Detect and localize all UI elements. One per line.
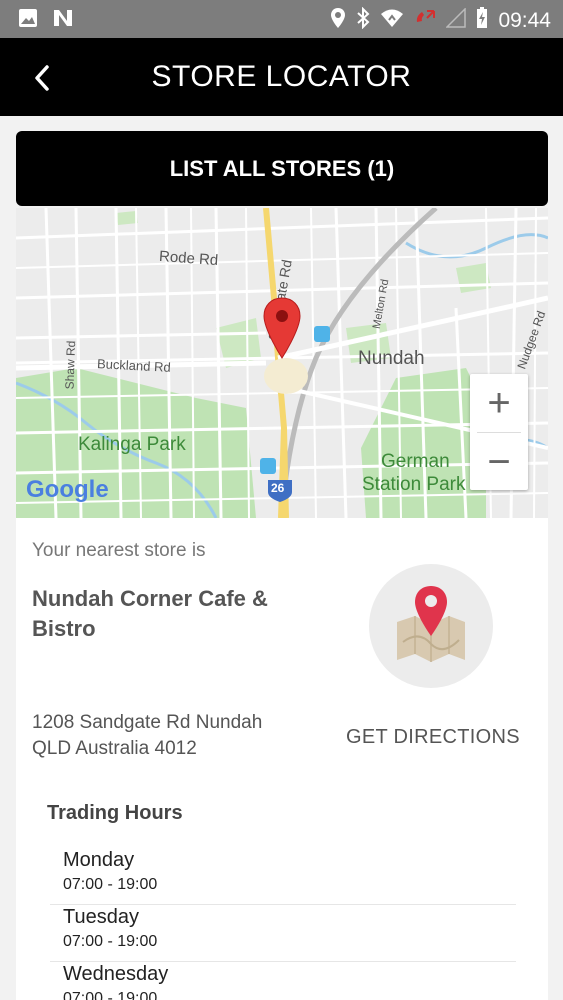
trading-hours-list: Monday 07:00 - 19:00 Tuesday 07:00 - 19:… (50, 848, 516, 1000)
image-icon (18, 8, 38, 33)
hours-day: Tuesday (63, 906, 139, 928)
map-label-nundah: Nundah (358, 348, 425, 369)
nearest-store-label: Your nearest store is (32, 540, 206, 561)
address-line-1: 1208 Sandgate Rd Nundah (32, 712, 263, 733)
hours-time: 07:00 - 19:00 (63, 933, 158, 950)
zoom-controls: + − (470, 374, 528, 490)
list-item: Tuesday 07:00 - 19:00 (50, 905, 516, 962)
location-icon (330, 7, 346, 34)
page-title: STORE LOCATOR (151, 60, 412, 93)
route-26-shield: 26 (271, 481, 285, 495)
folded-map-pin-icon (397, 586, 465, 662)
trading-hours-title: Trading Hours (47, 802, 183, 824)
list-all-stores-button[interactable]: LIST ALL STORES (1) (16, 131, 548, 206)
get-directions-button[interactable]: GET DIRECTIONS (346, 726, 520, 749)
map-label-kalinga-park: Kalinga Park (78, 434, 186, 455)
hours-time: 07:00 - 19:00 (63, 990, 158, 1000)
directions-map-button[interactable] (369, 564, 493, 688)
store-map[interactable]: Rode Rd Sandgate Rd Buckland Rd Shaw Rd … (16, 208, 548, 518)
app-bar: STORE LOCATOR (0, 38, 563, 116)
bluetooth-icon (356, 6, 370, 34)
wifi-icon (380, 8, 404, 33)
battery-icon (476, 7, 488, 34)
n-app-icon (52, 8, 74, 33)
hours-day: Monday (63, 849, 135, 871)
list-item: Wednesday 07:00 - 19:00 (50, 962, 516, 1000)
store-name: Nundah Corner Cafe & Bistro (32, 586, 268, 641)
store-address: 1208 Sandgate Rd Nundah QLD Australia 40… (32, 710, 332, 762)
hours-time: 07:00 - 19:00 (63, 876, 158, 893)
google-logo: Google (26, 476, 109, 503)
zoom-in-button[interactable]: + (470, 374, 528, 432)
map-canvas (16, 208, 548, 518)
store-info-card: Your nearest store is Nundah Corner Cafe… (16, 518, 548, 1000)
status-time: 09:44 (498, 8, 551, 32)
status-bar: 09:44 (0, 0, 563, 38)
map-label-german-station-park-line2: Station Park (362, 474, 466, 495)
map-label-shaw-rd: Shaw Rd (62, 340, 79, 390)
map-label-german-station-park-line1: German (381, 451, 450, 472)
list-item: Monday 07:00 - 19:00 (50, 848, 516, 905)
signal-icon (445, 7, 467, 33)
address-line-2: QLD Australia 4012 (32, 738, 197, 759)
zoom-out-button[interactable]: − (470, 433, 528, 491)
phone-icon (414, 8, 436, 33)
hours-day: Wednesday (63, 963, 169, 985)
